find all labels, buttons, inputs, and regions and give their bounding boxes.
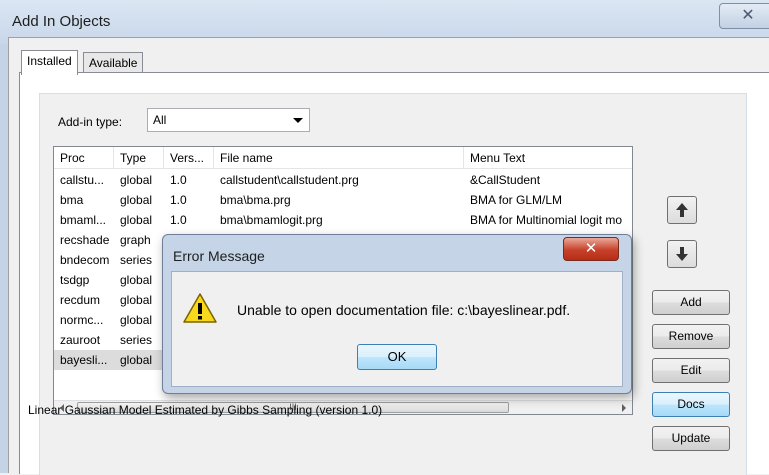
- scroll-right-icon[interactable]: [622, 404, 626, 412]
- cell-proc: callstu...: [60, 173, 105, 187]
- edit-button[interactable]: Edit: [652, 358, 730, 383]
- tab-installed[interactable]: Installed: [21, 50, 78, 75]
- cell-menu-text: BMA for GLM/LM: [470, 193, 563, 207]
- cell-version: 1.0: [170, 213, 187, 227]
- cell-file-name: callstudent\callstudent.prg: [220, 173, 359, 187]
- addin-type-label: Add-in type:: [58, 115, 123, 129]
- cell-proc: tsdgp: [60, 273, 90, 287]
- remove-button[interactable]: Remove: [652, 324, 730, 349]
- cell-proc: bma: [60, 193, 84, 207]
- cell-type: series: [120, 253, 153, 267]
- arrow-up-icon: [676, 203, 688, 217]
- addin-type-value: All: [153, 113, 167, 127]
- window-title: Add In Objects: [12, 13, 111, 30]
- move-down-button[interactable]: [667, 240, 697, 268]
- cell-type: global: [120, 313, 153, 327]
- column-header-type[interactable]: Type: [114, 147, 164, 169]
- error-dialog-body: Unable to open documentation file: c:\ba…: [171, 271, 623, 387]
- cell-type: series: [120, 333, 153, 347]
- cell-proc: recshade: [60, 233, 110, 247]
- addin-type-dropdown[interactable]: All: [147, 108, 310, 132]
- list-header: Proc Type Vers... File name Menu Text: [54, 147, 632, 169]
- error-dialog-close-button[interactable]: ✕: [563, 237, 619, 261]
- cell-type: global: [120, 213, 153, 227]
- cell-proc: zauroot: [60, 333, 101, 347]
- cell-menu-text: BMA for Multinomial logit mo: [470, 213, 623, 227]
- cell-menu-text: &CallStudent: [470, 173, 541, 187]
- docs-button[interactable]: Docs: [652, 392, 730, 417]
- error-message-text: Unable to open documentation file: c:\ba…: [237, 302, 571, 318]
- update-button[interactable]: Update: [652, 426, 730, 451]
- cell-proc: recdum: [60, 293, 101, 307]
- add-in-objects-window: Add In Objects ✕ Installed Available Add…: [0, 0, 769, 475]
- cell-type: global: [120, 193, 153, 207]
- cell-proc: bayesli...: [60, 353, 108, 367]
- tab-available[interactable]: Available: [83, 52, 144, 74]
- move-up-button[interactable]: [667, 196, 697, 224]
- error-dialog: Error Message ✕ Unable to open documenta…: [162, 234, 632, 394]
- column-header-file-name[interactable]: File name: [214, 147, 464, 169]
- cell-file-name: bma\bma.prg: [220, 193, 291, 207]
- addin-description: Linear Gaussian Model Estimated by Gibbs…: [28, 403, 383, 417]
- error-dialog-title: Error Message: [173, 248, 265, 264]
- column-header-proc[interactable]: Proc: [54, 147, 114, 169]
- column-header-version[interactable]: Vers...: [164, 147, 214, 169]
- cell-file-name: bma\bmamlogit.prg: [220, 213, 323, 227]
- cell-proc: bndecom: [60, 253, 110, 267]
- warning-icon: [183, 293, 217, 323]
- cell-type: global: [120, 353, 153, 367]
- column-header-menu-text[interactable]: Menu Text: [464, 147, 632, 169]
- cell-type: graph: [120, 233, 151, 247]
- cell-type: global: [120, 273, 153, 287]
- cell-proc: normc...: [60, 313, 104, 327]
- table-row[interactable]: bma global 1.0 bma\bma.prg BMA for GLM/LM: [54, 190, 632, 210]
- table-row[interactable]: callstu... global 1.0 callstudent\callstude…: [54, 170, 632, 190]
- ok-button[interactable]: OK: [357, 344, 437, 370]
- chevron-down-icon: [293, 118, 303, 123]
- add-button[interactable]: Add: [652, 290, 730, 315]
- cell-version: 1.0: [170, 193, 187, 207]
- table-row[interactable]: bmaml... global 1.0 bma\bmamlogit.prg BMA fo…: [54, 210, 632, 230]
- cell-type: global: [120, 173, 153, 187]
- cell-type: global: [120, 293, 153, 307]
- cell-proc: bmaml...: [60, 213, 107, 227]
- cell-version: 1.0: [170, 173, 187, 187]
- arrow-down-icon: [676, 247, 688, 261]
- window-close-button[interactable]: ✕: [719, 3, 769, 29]
